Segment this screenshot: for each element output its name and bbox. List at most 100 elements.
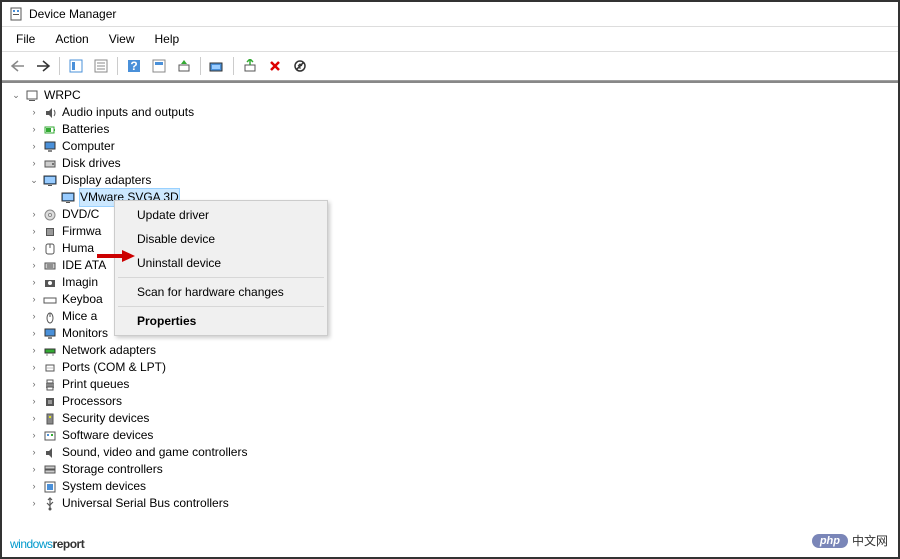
arrow-annotation <box>97 248 137 267</box>
scan-button[interactable] <box>172 55 196 77</box>
context-update-driver[interactable]: Update driver <box>117 203 325 227</box>
tree-node-battery[interactable]: ›Batteries <box>10 121 890 138</box>
expander-icon[interactable]: › <box>28 124 40 136</box>
help-button[interactable]: ? <box>122 55 146 77</box>
expander-icon[interactable]: › <box>28 481 40 493</box>
tree-node-software[interactable]: ›Software devices <box>10 427 890 444</box>
imaging-icon <box>42 275 58 291</box>
properties-button[interactable] <box>89 55 113 77</box>
node-label: Computer <box>62 138 115 155</box>
uninstall-button[interactable] <box>263 55 287 77</box>
node-label: Monitors <box>62 325 108 342</box>
node-label: Mice a <box>62 308 97 325</box>
menu-help[interactable]: Help <box>145 29 190 49</box>
dvd-icon <box>42 207 58 223</box>
expander-icon[interactable]: › <box>28 311 40 323</box>
tree-node-sound[interactable]: › Sound, video and game controllers <box>10 444 890 461</box>
node-label: Ports (COM & LPT) <box>62 359 166 376</box>
enable-button[interactable] <box>238 55 262 77</box>
separator <box>118 277 324 278</box>
separator <box>59 57 60 75</box>
action-button[interactable] <box>147 55 171 77</box>
node-label: Network adapters <box>62 342 156 359</box>
cpu-icon <box>42 394 58 410</box>
hid-icon <box>42 241 58 257</box>
node-label: Audio inputs and outputs <box>62 104 194 121</box>
network-icon <box>42 343 58 359</box>
node-label: Sound, video and game controllers <box>62 444 247 461</box>
menu-file[interactable]: File <box>6 29 45 49</box>
expander-icon[interactable]: › <box>28 226 40 238</box>
expander-icon[interactable]: › <box>28 328 40 340</box>
tree-root[interactable]: ⌄ WRPC <box>10 87 890 104</box>
expander-icon[interactable]: › <box>28 413 40 425</box>
node-label: DVD/C <box>62 206 99 223</box>
menu-view[interactable]: View <box>99 29 145 49</box>
storage-icon <box>42 462 58 478</box>
expander-icon[interactable]: › <box>28 107 40 119</box>
tree-node-audio[interactable]: › Audio inputs and outputs <box>10 104 890 121</box>
context-properties[interactable]: Properties <box>117 309 325 333</box>
keyboard-icon <box>42 292 58 308</box>
node-label: System devices <box>62 478 146 495</box>
mouse-icon <box>42 309 58 325</box>
tree-node-usb[interactable]: ›Universal Serial Bus controllers <box>10 495 890 512</box>
port-icon <box>42 360 58 376</box>
toolbar: ? <box>2 52 898 81</box>
expander-icon[interactable]: ⌄ <box>28 175 40 187</box>
node-label: Display adapters <box>62 172 151 189</box>
expander-icon[interactable]: › <box>28 498 40 510</box>
node-label: Processors <box>62 393 122 410</box>
tree-node-port[interactable]: › Ports (COM & LPT) <box>10 359 890 376</box>
expander-icon[interactable]: › <box>28 345 40 357</box>
context-scan-hardware[interactable]: Scan for hardware changes <box>117 280 325 304</box>
tree-node-printer[interactable]: › Print queues <box>10 376 890 393</box>
software-icon <box>42 428 58 444</box>
expander-icon[interactable]: › <box>28 294 40 306</box>
disable-button[interactable] <box>288 55 312 77</box>
expander-icon[interactable]: › <box>28 379 40 391</box>
expander-icon[interactable]: › <box>28 260 40 272</box>
expander-icon[interactable]: › <box>28 396 40 408</box>
forward-button[interactable] <box>31 55 55 77</box>
node-label: Security devices <box>62 410 149 427</box>
node-label: Disk drives <box>62 155 121 172</box>
node-label: Keyboa <box>62 291 103 308</box>
tree-node-computer[interactable]: › Computer <box>10 138 890 155</box>
separator <box>200 57 201 75</box>
display-icon <box>60 190 76 206</box>
expander-icon[interactable]: › <box>28 464 40 476</box>
expander-icon[interactable]: › <box>28 277 40 289</box>
computer-icon <box>42 139 58 155</box>
node-label: Storage controllers <box>62 461 163 478</box>
separator <box>117 57 118 75</box>
tree-node-storage[interactable]: › Storage controllers <box>10 461 890 478</box>
node-label: Print queues <box>62 376 129 393</box>
expander-icon[interactable]: › <box>28 243 40 255</box>
expander-icon[interactable] <box>46 192 58 204</box>
expander-icon[interactable]: › <box>28 141 40 153</box>
expander-icon[interactable]: › <box>28 430 40 442</box>
menu-action[interactable]: Action <box>45 29 98 49</box>
tree-node-disk[interactable]: › Disk drives <box>10 155 890 172</box>
tree-node-cpu[interactable]: › Processors <box>10 393 890 410</box>
root-label: WRPC <box>44 87 81 104</box>
context-uninstall-device[interactable]: Uninstall device <box>117 251 325 275</box>
update-driver-button[interactable] <box>205 55 229 77</box>
back-button[interactable] <box>6 55 30 77</box>
expander-icon[interactable]: ⌄ <box>10 90 22 102</box>
titlebar: Device Manager <box>2 2 898 27</box>
expander-icon[interactable]: › <box>28 209 40 221</box>
tree-node-system[interactable]: › System devices <box>10 478 890 495</box>
battery-icon <box>42 122 58 138</box>
expander-icon[interactable]: › <box>28 447 40 459</box>
show-hide-button[interactable] <box>64 55 88 77</box>
expander-icon[interactable]: › <box>28 362 40 374</box>
node-label: Imagin <box>62 274 98 291</box>
tree-node-security[interactable]: › Security devices <box>10 410 890 427</box>
context-disable-device[interactable]: Disable device <box>117 227 325 251</box>
expander-icon[interactable]: › <box>28 158 40 170</box>
sound-icon <box>42 445 58 461</box>
tree-node-network[interactable]: › Network adapters <box>10 342 890 359</box>
tree-node-display[interactable]: ⌄ Display adapters <box>10 172 890 189</box>
